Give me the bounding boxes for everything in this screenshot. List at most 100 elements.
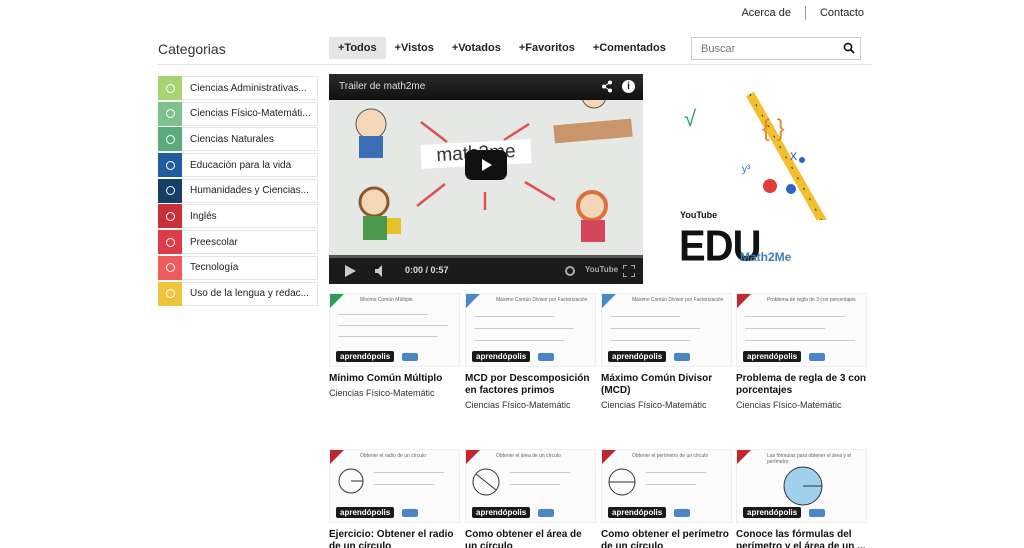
video-category[interactable]: Ciencias Físico-Matemátic <box>601 400 732 410</box>
aprendopolis-logo: aprendópolis <box>608 507 667 518</box>
category-swatch <box>158 230 182 255</box>
nav-divider <box>804 6 806 20</box>
video-title-link[interactable]: Mínimo Común Múltiplo <box>329 373 460 385</box>
category-item[interactable]: Ciencias Físico-Matemáti... <box>158 101 318 126</box>
category-item[interactable]: Tecnología <box>158 255 318 280</box>
video-title-link[interactable]: MCD por Descomposición en factores primo… <box>465 373 596 397</box>
video-card[interactable]: Máximo Común Divisor por Factorización a… <box>601 293 732 410</box>
video-thumbnail[interactable]: Obtener el área de un círculo aprendópol… <box>465 449 596 523</box>
category-item[interactable]: Ciencias Naturales <box>158 127 318 152</box>
category-item[interactable]: Uso de la lengua y redac... <box>158 281 318 306</box>
video-thumbnail[interactable]: Máximo Común Divisor por Factorización a… <box>601 293 732 367</box>
category-label: Uso de la lengua y redac... <box>190 288 309 299</box>
category-swatch <box>158 204 182 229</box>
video-card[interactable]: Obtener el perímetro de un círculo apren… <box>601 449 732 548</box>
category-item[interactable]: Preescolar <box>158 230 318 255</box>
sqrt-symbol: √ <box>684 106 697 131</box>
circle-icon <box>165 83 175 93</box>
category-swatch <box>158 153 182 178</box>
share-icon[interactable] <box>601 80 613 93</box>
category-swatch <box>158 178 182 203</box>
video-card[interactable]: Mínimo Común Múltiplo aprendópolis Mínim… <box>329 293 460 398</box>
category-label: Ciencias Administrativas... <box>190 82 307 94</box>
circle-icon <box>165 134 175 144</box>
circle-diagram <box>783 466 823 506</box>
category-swatch <box>158 76 182 100</box>
video-thumbnail[interactable]: Mínimo Común Múltiplo aprendópolis <box>329 293 460 367</box>
thumbnail-title: Obtener el área de un círculo <box>496 453 561 459</box>
edu-label: EDU <box>679 222 761 271</box>
thumbnail-title: Problema de regla de 3 con porcentajes <box>767 297 856 303</box>
thumbnail-title: Máximo Común Divisor por Factorización <box>632 297 724 303</box>
category-item[interactable]: Inglés <box>158 204 318 229</box>
circle-icon <box>165 109 175 119</box>
tab-comentados[interactable]: +Comentados <box>584 37 675 59</box>
video-time: 0:00 / 0:57 <box>405 265 449 275</box>
video-category[interactable]: Ciencias Físico-Matemátic <box>329 388 460 398</box>
video-thumbnail[interactable]: Problema de regla de 3 con porcentajes a… <box>736 293 867 367</box>
circle-icon <box>165 263 175 273</box>
tab-favoritos[interactable]: +Favoritos <box>510 37 584 59</box>
category-label: Ciencias Naturales <box>190 133 274 145</box>
youtube-edu-promo[interactable]: { } y³ x √ YouTube EDU Math2Me <box>664 90 864 280</box>
aprendopolis-logo: aprendópolis <box>472 507 531 518</box>
circle-icon <box>165 237 175 247</box>
video-title-link[interactable]: Ejercicio: Obtener el radio de un círcul… <box>329 529 460 548</box>
settings-icon[interactable] <box>565 266 575 276</box>
volume-icon[interactable] <box>375 265 388 277</box>
video-title-link[interactable]: Como obtener el perímetro de un círculo <box>601 529 732 548</box>
search-input[interactable] <box>691 37 861 60</box>
video-title[interactable]: Trailer de math2me <box>339 81 425 92</box>
category-swatch <box>158 255 182 280</box>
aprendopolis-logo: aprendópolis <box>336 507 395 518</box>
category-item[interactable]: Ciencias Administrativas... <box>158 76 318 100</box>
youtube-logo[interactable]: YouTube <box>585 265 618 274</box>
category-label: Inglés <box>190 210 217 222</box>
video-thumbnail[interactable]: Obtener el perímetro de un círculo apren… <box>601 449 732 523</box>
svg-text:x: x <box>790 147 797 163</box>
top-nav: Acerca de Contacto <box>741 6 864 20</box>
category-swatch <box>158 101 182 126</box>
video-thumbnail[interactable]: Las fórmulas para obtener el área y el p… <box>736 449 867 523</box>
tab-vistos[interactable]: +Vistos <box>386 37 443 59</box>
contact-link[interactable]: Contacto <box>820 7 864 19</box>
video-player[interactable]: math2me Trailer de math2me i 0:00 / 0:57… <box>329 74 643 284</box>
video-category[interactable]: Ciencias Físico-Matemátic <box>465 400 596 410</box>
about-link[interactable]: Acerca de <box>741 7 791 19</box>
category-label: Humanidades y Ciencias... <box>190 185 309 197</box>
video-title-link[interactable]: Conoce las fórmulas del perímetro y el á… <box>736 529 867 548</box>
video-title-bar: Trailer de math2me i <box>329 74 643 100</box>
video-card[interactable]: Obtener el área de un círculo aprendópol… <box>465 449 596 548</box>
aprendopolis-logo: aprendópolis <box>472 351 531 362</box>
circle-diagram <box>608 468 636 496</box>
category-label: Preescolar <box>190 236 238 248</box>
video-card[interactable]: Las fórmulas para obtener el área y el p… <box>736 449 867 548</box>
svg-text:{ }: { } <box>762 115 785 142</box>
video-card[interactable]: Máximo Común Divisor por Factorización a… <box>465 293 596 410</box>
video-thumbnail[interactable]: Obtener el radio de un círculo aprendópo… <box>329 449 460 523</box>
video-title-link[interactable]: Problema de regla de 3 con porcentajes <box>736 373 867 397</box>
circle-icon <box>165 289 175 298</box>
category-item[interactable]: Educación para la vida <box>158 153 318 178</box>
fullscreen-icon[interactable] <box>623 265 635 277</box>
circle-diagram <box>338 468 364 494</box>
video-card[interactable]: Problema de regla de 3 con porcentajes a… <box>736 293 867 410</box>
circle-icon <box>165 211 175 221</box>
circle-diagram <box>472 468 500 496</box>
play-icon[interactable] <box>345 265 356 277</box>
search-icon[interactable] <box>843 42 855 54</box>
category-label: Ciencias Físico-Matemáti... <box>190 108 311 120</box>
info-icon[interactable]: i <box>622 80 635 93</box>
category-item[interactable]: Humanidades y Ciencias... <box>158 178 318 203</box>
tab-votados[interactable]: +Votados <box>443 37 510 59</box>
video-title-link[interactable]: Como obtener el área de un círculo <box>465 529 596 548</box>
category-label: Educación para la vida <box>190 159 292 171</box>
thumbnail-title: Obtener el perímetro de un círculo <box>632 453 709 459</box>
video-thumbnail[interactable]: Máximo Común Divisor por Factorización a… <box>465 293 596 367</box>
video-title-link[interactable]: Máximo Común Divisor (MCD) <box>601 373 732 397</box>
play-button[interactable] <box>465 150 507 180</box>
video-category[interactable]: Ciencias Físico-Matemátic <box>736 400 867 410</box>
video-card[interactable]: Obtener el radio de un círculo aprendópo… <box>329 449 460 548</box>
math2me-label: Math2Me <box>740 250 792 264</box>
tab-todos[interactable]: +Todos <box>329 37 386 59</box>
